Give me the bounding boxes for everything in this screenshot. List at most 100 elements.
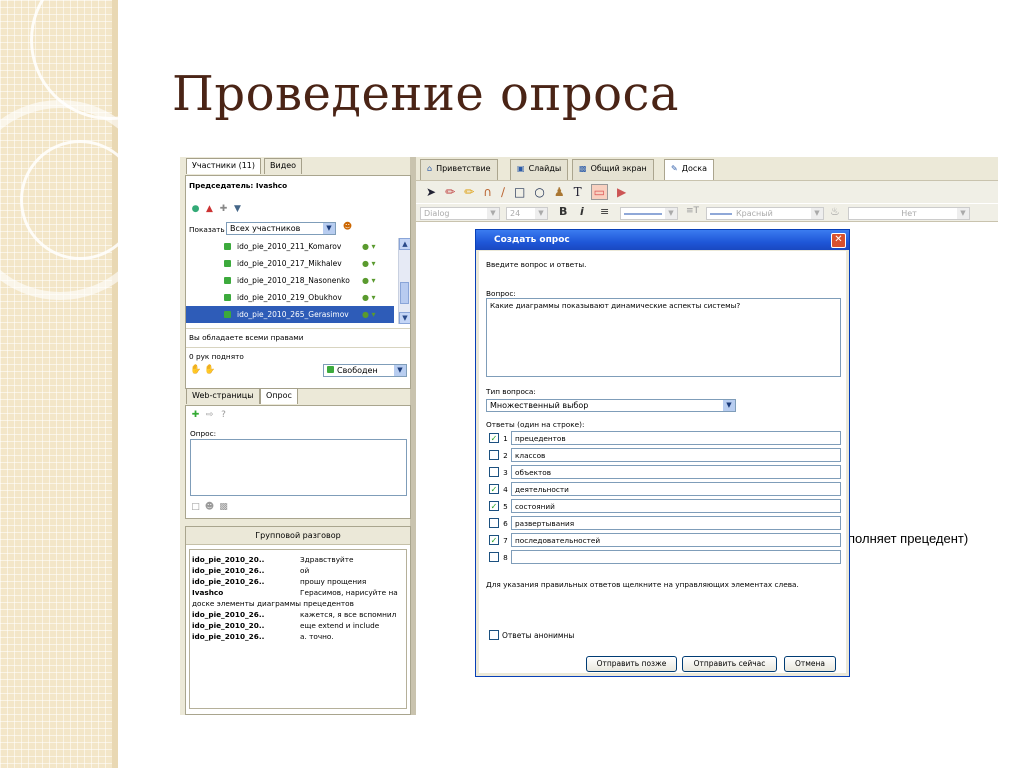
bold-icon[interactable]: B bbox=[559, 205, 567, 218]
question-label: Вопрос: bbox=[486, 289, 516, 298]
tab-home[interactable]: ⌂ Приветствие bbox=[420, 159, 498, 180]
pen-tool-icon[interactable]: ✏ bbox=[445, 185, 455, 199]
highlighter-tool-icon[interactable]: ✏ bbox=[464, 185, 474, 199]
tab-slides[interactable]: ▣ Слайды bbox=[510, 159, 569, 180]
text-tool-icon[interactable]: T bbox=[574, 185, 582, 199]
scroll-thumb[interactable] bbox=[400, 282, 409, 304]
line-tool-icon[interactable]: ∕ bbox=[501, 185, 505, 199]
user-permissions-icon[interactable]: ▲ bbox=[204, 204, 215, 215]
tab-video[interactable]: Видео bbox=[264, 158, 303, 174]
answer-row: ✓ 1 прецедентов bbox=[489, 431, 841, 445]
status-icon bbox=[224, 277, 231, 284]
ellipse-tool-icon[interactable]: ○ bbox=[534, 185, 544, 199]
create-poll-icon[interactable]: ✚ bbox=[190, 410, 201, 421]
question-type-select[interactable]: Множественный выбор ▼ bbox=[486, 399, 736, 412]
scroll-down-button[interactable]: ▼ bbox=[399, 312, 410, 324]
chart-icon[interactable]: ▩ bbox=[218, 502, 229, 513]
tab-web-pages[interactable]: Web-страницы bbox=[186, 388, 260, 404]
mic-status-icon[interactable]: ● ▾ bbox=[362, 310, 376, 319]
chat-text: прошу прощения bbox=[300, 577, 367, 586]
tab-participants[interactable]: Участники (11) bbox=[186, 158, 261, 174]
lower-hand-icon[interactable]: ✋ bbox=[204, 365, 215, 376]
scroll-up-button[interactable]: ▲ bbox=[399, 238, 410, 250]
curve-tool-icon[interactable]: ∩ bbox=[483, 185, 492, 199]
mic-status-icon[interactable]: ● ▾ bbox=[362, 276, 376, 285]
answer-input[interactable]: деятельности bbox=[511, 482, 841, 496]
answer-input[interactable] bbox=[511, 550, 841, 564]
dialog-title: Создать опрос bbox=[476, 230, 849, 250]
tab-poll[interactable]: Опрос bbox=[260, 388, 298, 404]
participant-row[interactable]: ido_pie_2010_265_Gerasimov ● ▾ bbox=[186, 306, 394, 323]
participant-name: ido_pie_2010_211_Komarov bbox=[237, 242, 342, 251]
line-width-icon[interactable]: ≡ bbox=[600, 205, 609, 218]
tab-label: Приветствие bbox=[436, 164, 491, 173]
mic-status-icon[interactable]: ● ▾ bbox=[362, 259, 376, 268]
italic-icon[interactable]: i bbox=[580, 205, 584, 218]
correct-answer-checkbox[interactable]: ✓ bbox=[489, 535, 499, 545]
answer-input[interactable]: объектов bbox=[511, 465, 841, 479]
group-users-icon[interactable]: ☻ bbox=[342, 222, 353, 233]
raise-hand-icon[interactable]: ✋ bbox=[190, 365, 201, 376]
whiteboard-icon: ✎ bbox=[671, 164, 678, 173]
answer-row: ✓ 7 последовательностей bbox=[489, 533, 841, 547]
send-later-button[interactable]: Отправить позже bbox=[586, 656, 677, 672]
close-icon[interactable]: ✕ bbox=[831, 233, 846, 248]
fill-select[interactable]: Нет ▼ bbox=[848, 207, 970, 220]
answer-number: 7 bbox=[503, 535, 508, 545]
fill-bucket-icon[interactable]: ♨ bbox=[830, 205, 840, 218]
stamp-tool-icon[interactable]: ♟ bbox=[554, 185, 565, 199]
mic-status-icon[interactable]: ● ▾ bbox=[362, 293, 376, 302]
participant-row[interactable]: ido_pie_2010_218_Nasonenko ● ▾ bbox=[186, 272, 394, 289]
user-add-icon[interactable]: ✚ bbox=[218, 204, 229, 215]
answer-input[interactable]: последовательностей bbox=[511, 533, 841, 547]
answer-input[interactable]: классов bbox=[511, 448, 841, 462]
correct-answer-checkbox[interactable] bbox=[489, 518, 499, 528]
answer-number: 6 bbox=[503, 518, 508, 528]
answer-input[interactable]: развертывания bbox=[511, 516, 841, 530]
results-icon[interactable]: □ bbox=[190, 502, 201, 513]
tab-screen[interactable]: ▩ Общий экран bbox=[572, 159, 654, 180]
users-results-icon[interactable]: ☻ bbox=[204, 502, 215, 513]
answer-input[interactable]: прецедентов bbox=[511, 431, 841, 445]
user-status-icon[interactable]: ● bbox=[190, 204, 201, 215]
eraser-tool-icon[interactable]: ▭ bbox=[590, 184, 608, 200]
participant-list-scrollbar[interactable]: ▲ ▼ bbox=[398, 238, 410, 324]
poll-text-area[interactable] bbox=[190, 439, 407, 496]
correct-answer-checkbox[interactable]: ✓ bbox=[489, 484, 499, 494]
correct-answer-checkbox[interactable]: ✓ bbox=[489, 501, 499, 511]
answer-number: 8 bbox=[503, 552, 508, 562]
text-color-icon[interactable]: ≡T bbox=[686, 206, 699, 216]
user-menu-icon[interactable]: ▼ bbox=[232, 204, 243, 215]
rectangle-tool-icon[interactable]: □ bbox=[514, 185, 525, 199]
font-family-select[interactable]: Dialog ▼ bbox=[420, 207, 500, 220]
status-select[interactable]: Свободен ▼ bbox=[323, 364, 407, 377]
correct-answer-checkbox[interactable] bbox=[489, 467, 499, 477]
line-style-select[interactable]: ▼ bbox=[620, 207, 678, 220]
clear-tool-icon[interactable]: ▶ bbox=[617, 185, 626, 199]
participant-row[interactable]: ido_pie_2010_211_Komarov ● ▾ bbox=[186, 238, 394, 255]
hand-controls: ✋ ✋ bbox=[190, 365, 215, 376]
tab-whiteboard[interactable]: ✎ Доска bbox=[664, 159, 714, 180]
question-textarea[interactable]: Какие диаграммы показывают динамические … bbox=[486, 298, 841, 377]
edit-poll-icon[interactable]: ⇨ bbox=[204, 410, 215, 421]
correct-answer-checkbox[interactable] bbox=[489, 450, 499, 460]
cancel-button[interactable]: Отмена bbox=[784, 656, 836, 672]
anonymous-checkbox[interactable] bbox=[489, 630, 499, 640]
pointer-tool-icon[interactable]: ➤ bbox=[426, 185, 436, 199]
participant-name: ido_pie_2010_218_Nasonenko bbox=[237, 276, 350, 285]
answer-row: 3 объектов bbox=[489, 465, 841, 479]
send-now-button[interactable]: Отправить сейчас bbox=[682, 656, 777, 672]
app-screenshot: Участники (11) Видео Председатель: Ivash… bbox=[180, 157, 998, 715]
poll-help-icon[interactable]: ? bbox=[218, 410, 229, 421]
correct-answer-checkbox[interactable] bbox=[489, 552, 499, 562]
answer-input[interactable]: состояний bbox=[511, 499, 841, 513]
participant-row[interactable]: ido_pie_2010_217_Mikhalev ● ▾ bbox=[186, 255, 394, 272]
show-filter-select[interactable]: Всех участников ▼ bbox=[226, 222, 336, 235]
color-select[interactable]: Красный ▼ bbox=[706, 207, 824, 220]
font-size-select[interactable]: 24 ▼ bbox=[506, 207, 548, 220]
mic-status-icon[interactable]: ● ▾ bbox=[362, 242, 376, 251]
answers-label: Ответы (один на строке): bbox=[486, 420, 585, 429]
answer-row: 2 классов bbox=[489, 448, 841, 462]
correct-answer-checkbox[interactable]: ✓ bbox=[489, 433, 499, 443]
participant-row[interactable]: ido_pie_2010_219_Obukhov ● ▾ bbox=[186, 289, 394, 306]
